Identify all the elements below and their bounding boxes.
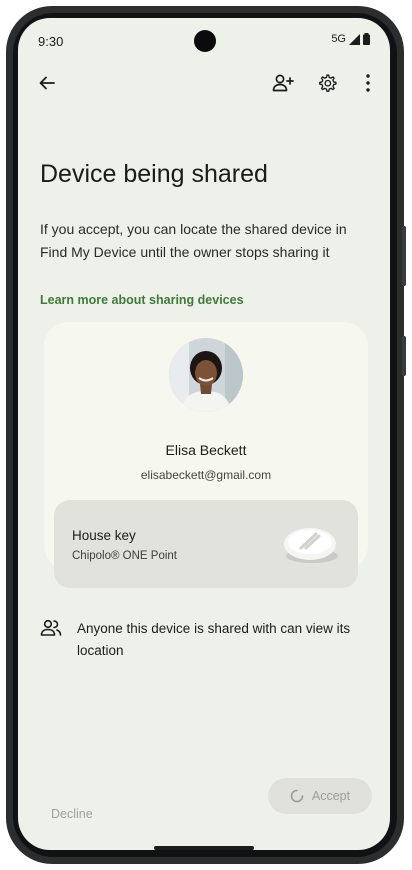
power-button	[402, 336, 406, 376]
device-name: House key	[72, 528, 136, 543]
device-model: Chipolo® ONE Point	[72, 550, 177, 562]
learn-more-link[interactable]: Learn more about sharing devices	[40, 293, 244, 307]
add-person-button[interactable]	[268, 68, 298, 98]
more-options-button[interactable]	[356, 68, 380, 98]
shared-device-card: Elisa Beckett elisabeckett@gmail.com Hou…	[44, 322, 368, 588]
owner-email: elisabeckett@gmail.com	[140, 468, 272, 482]
back-button[interactable]	[32, 68, 62, 98]
battery-icon	[363, 33, 370, 45]
people-icon	[40, 619, 62, 636]
device-item: House key Chipolo® ONE Point	[54, 500, 358, 588]
page-title: Device being shared	[40, 160, 268, 188]
network-type: 5G	[331, 33, 346, 45]
avatar	[169, 338, 243, 412]
person-add-icon	[272, 74, 294, 92]
volume-button	[402, 226, 406, 286]
gear-icon	[319, 74, 337, 93]
signal-icon	[349, 33, 360, 45]
decline-button[interactable]: Decline	[51, 807, 93, 821]
status-bar: 9:30 5G	[18, 18, 390, 62]
more-vert-icon	[366, 74, 370, 92]
sharing-notice-text: Anyone this device is shared with can vi…	[77, 621, 351, 658]
settings-button[interactable]	[312, 68, 342, 98]
page-description: If you accept, you can locate the shared…	[40, 221, 347, 260]
owner-name: Elisa Beckett	[165, 442, 247, 458]
status-time: 9:30	[38, 34, 64, 49]
accept-button[interactable]: Accept	[268, 778, 372, 814]
app-screen: 9:30 5G Device being shared If you accep…	[18, 18, 390, 850]
accept-label: Accept	[311, 789, 351, 803]
front-camera	[194, 30, 216, 52]
back-arrow-icon	[39, 76, 55, 90]
loading-spinner-icon	[290, 789, 304, 803]
app-bar	[18, 66, 390, 106]
status-icons: 5G	[331, 33, 370, 45]
owner-photo	[169, 338, 243, 412]
tracker-device-image	[284, 528, 338, 563]
gesture-bar[interactable]	[154, 846, 254, 850]
